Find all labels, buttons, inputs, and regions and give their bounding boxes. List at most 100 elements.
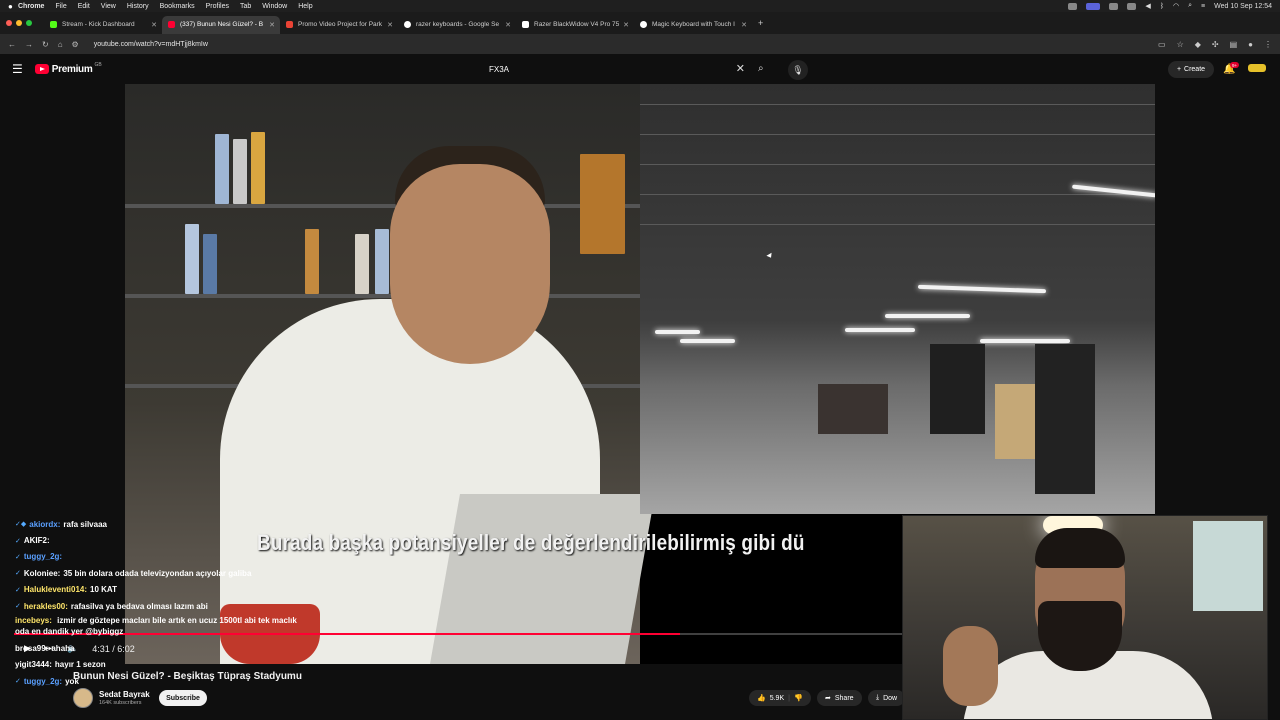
google-favicon-icon (404, 21, 411, 28)
status-app-icon[interactable] (1127, 2, 1137, 10)
minimize-window-button[interactable] (16, 20, 22, 26)
chat-username: Halukleventi014: (23, 585, 88, 595)
tab-title: Razer BlackWidow V4 Pro 75 (534, 21, 620, 28)
menu-edit[interactable]: Edit (78, 3, 90, 10)
profile-icon[interactable]: ● (1248, 40, 1253, 49)
download-button[interactable]: ⤓ Dow (868, 690, 906, 706)
forward-icon[interactable]: → (25, 40, 33, 49)
book (215, 134, 229, 204)
channel-info[interactable]: Sedat Bayrak 164K subscribers (73, 688, 150, 708)
wall-panel (580, 154, 625, 254)
menu-window[interactable]: Window (262, 3, 287, 10)
reload-icon[interactable]: ↻ (42, 40, 49, 49)
browser-toolbar: ▭ ☆ ◆ ✣ ▤ ● ⋮ (1158, 40, 1272, 49)
hamburger-menu-icon[interactable]: ☰ (12, 62, 23, 76)
menu-help[interactable]: Help (298, 3, 312, 10)
search-button[interactable]: ⌕ (758, 63, 764, 74)
tab-kick-dashboard[interactable]: Stream - Kick Dashboard ✕ (44, 16, 162, 34)
like-button[interactable]: 👍 5.9K | 👎 (749, 690, 811, 706)
clear-search-icon[interactable]: ✕ (736, 62, 745, 75)
menu-history[interactable]: History (127, 3, 149, 10)
video-title: Bunun Nesi Güzel? - Beşiktaş Tüpraş Stad… (73, 671, 302, 682)
chat-text: ahaha (51, 644, 75, 654)
tab-search-icon[interactable]: ▤ (1230, 40, 1238, 49)
ceiling-light (980, 339, 1070, 343)
macos-menubar: ● Chrome File Edit View History Bookmark… (0, 0, 1280, 12)
screen-record-icon[interactable] (1086, 2, 1101, 10)
chat-message: ✓◆ akiordx: rafa silvaaa (15, 516, 305, 532)
youtube-logo[interactable]: Premium GB (34, 62, 102, 75)
channel-avatar[interactable] (73, 688, 93, 708)
tab-youtube-video[interactable]: (337) Bunun Nesi Güzel? - B ✕ (162, 15, 280, 34)
youtube-play-icon (34, 64, 49, 74)
back-icon[interactable]: ← (8, 40, 16, 49)
menu-bookmarks[interactable]: Bookmarks (160, 3, 195, 10)
close-icon[interactable]: ✕ (505, 21, 511, 29)
shelf (125, 294, 640, 298)
chat-message: ✓ Koloniee: 35 bin dolara odada televizy… (15, 565, 305, 581)
book (375, 229, 389, 294)
home-icon[interactable]: ⌂ (58, 40, 63, 49)
tab-razer-blackwidow[interactable]: Razer BlackWidow V4 Pro 75 ✕ (516, 16, 634, 34)
new-tab-button[interactable]: + (758, 18, 763, 28)
cast-icon[interactable]: ▭ (1158, 40, 1166, 49)
menu-app-name[interactable]: Chrome (18, 3, 44, 10)
share-button[interactable]: ➦ Share (817, 690, 862, 706)
clock[interactable]: Wed 10 Sep 12:54 (1214, 3, 1272, 10)
chat-username: Koloniee: (23, 568, 61, 578)
zoom-window-button[interactable] (26, 20, 32, 26)
chat-text: rafa silvaaa (63, 519, 107, 529)
chat-badge-icon: ✓ (15, 603, 21, 611)
wifi-icon[interactable]: ◠ (1173, 2, 1179, 10)
book (185, 224, 199, 294)
chat-message: ✓ tuggy_2g: (15, 549, 305, 565)
channel-name[interactable]: Sedat Bayrak (99, 690, 150, 699)
close-icon[interactable]: ✕ (387, 21, 393, 29)
notification-badge: 9+ (1230, 62, 1240, 68)
menu-profiles[interactable]: Profiles (206, 3, 229, 10)
close-icon[interactable]: ✕ (269, 21, 275, 29)
close-icon[interactable]: ✕ (151, 21, 157, 29)
volume-icon[interactable]: ◀ (1145, 2, 1150, 10)
search-input[interactable]: FX3A ✕ (483, 59, 751, 79)
menu-view[interactable]: View (101, 3, 116, 10)
close-icon[interactable]: ✕ (623, 21, 629, 29)
bluetooth-icon[interactable]: ᛒ (1160, 3, 1164, 10)
close-icon[interactable]: ✕ (741, 21, 747, 29)
chat-message: ✓ AKIF2: (15, 532, 305, 548)
tab-promo-video[interactable]: Promo Video Project for Park ✕ (280, 16, 398, 34)
status-app-icon[interactable] (1109, 2, 1119, 10)
book (355, 234, 369, 294)
bookmark-star-icon[interactable]: ☆ (1177, 40, 1184, 49)
url-field[interactable]: youtube.com/watch?v=mdHTjj8kmIw (94, 41, 208, 48)
status-app-icon[interactable] (1068, 2, 1078, 10)
streamer-hand (943, 626, 998, 706)
site-info-icon[interactable]: ⚙ (72, 40, 79, 49)
voice-search-icon[interactable]: 🎙 (788, 60, 808, 80)
chrome-menu-icon[interactable]: ⋮ (1264, 40, 1272, 49)
subscribe-button[interactable]: Subscribe (159, 690, 207, 706)
book (251, 132, 265, 204)
account-avatar[interactable] (1248, 64, 1266, 72)
control-center-icon[interactable]: ≡ (1201, 3, 1205, 10)
tab-google-search[interactable]: razer keyboards - Google Se ✕ (398, 16, 516, 34)
menu-file[interactable]: File (55, 3, 66, 10)
search-icon[interactable]: ⌕ (1188, 2, 1192, 10)
tab-magic-keyboard[interactable]: Magic Keyboard with Touch I ✕ (634, 16, 752, 34)
page-favicon-icon (522, 21, 529, 28)
ceiling-light (655, 330, 700, 334)
logo-text: Premium (51, 63, 93, 75)
chat-username: brosa99: (15, 644, 49, 654)
extension-icon[interactable]: ◆ (1195, 40, 1201, 49)
display-column (930, 344, 985, 434)
wood-wall (995, 384, 1035, 459)
apple-icon[interactable]: ● (8, 2, 18, 11)
close-window-button[interactable] (6, 20, 12, 26)
chat-message: ✓ herakles00: rafasilva ya bedava olması… (15, 598, 305, 614)
menu-tab[interactable]: Tab (240, 3, 251, 10)
create-button[interactable]: + Create (1168, 61, 1214, 78)
video-subtitle: Burada başka potansiyeller de değerlendi… (257, 530, 805, 555)
extensions-puzzle-icon[interactable]: ✣ (1212, 40, 1219, 49)
thumbs-down-icon[interactable]: 👎 (794, 694, 803, 702)
shelf (125, 204, 640, 208)
